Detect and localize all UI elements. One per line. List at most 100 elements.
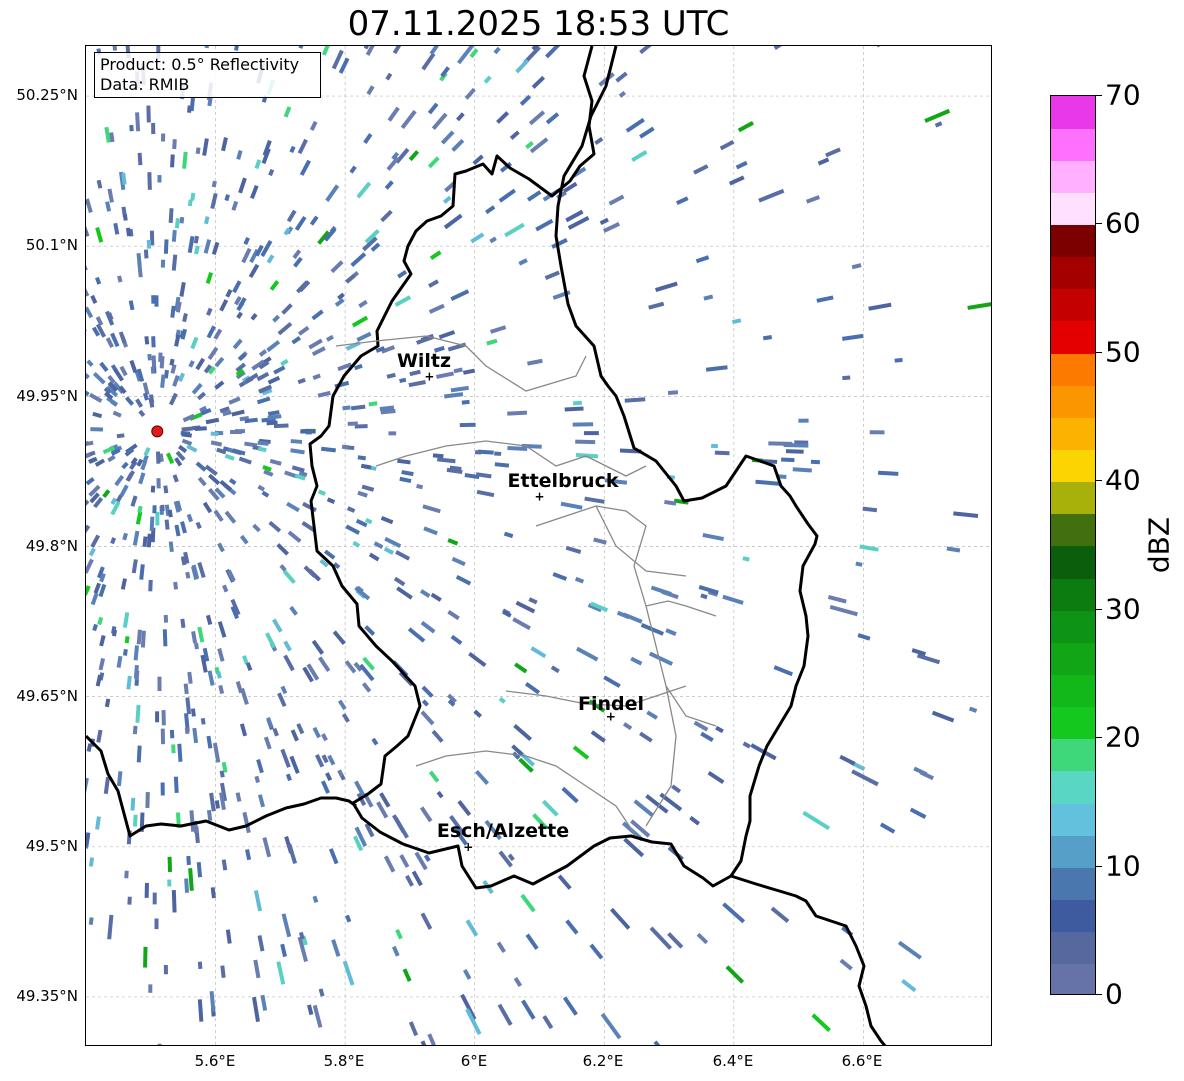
echo-cell: [877, 470, 899, 476]
echo-cell: [494, 462, 510, 468]
echo-cell: [181, 426, 193, 432]
echo-cell: [266, 420, 278, 426]
echo-cell: [225, 929, 232, 944]
echo-cell: [235, 792, 242, 802]
echo-cell: [468, 651, 487, 668]
data-source-label: Data: RMIB: [100, 75, 190, 94]
echo-cell: [802, 810, 831, 831]
echo-cell: [396, 586, 413, 600]
echo-cell: [320, 780, 331, 794]
echo-cell: [167, 856, 173, 873]
echo-cell: [297, 325, 310, 336]
echo-cell: [250, 313, 258, 321]
echo-cell: [489, 236, 497, 244]
echo-cell: [400, 109, 417, 130]
echo-cell: [855, 561, 863, 567]
echo-cell: [768, 441, 793, 446]
echo-cell: [154, 918, 159, 930]
echo-cell: [565, 919, 579, 935]
echo-cell: [427, 156, 440, 169]
echo-cell: [725, 965, 745, 984]
echo-cell: [163, 964, 168, 975]
radar-map[interactable]: + + + +: [85, 45, 992, 1046]
echo-cell: [88, 857, 95, 867]
lat-tick-label: 50.25°N: [16, 86, 78, 104]
echo-cell: [575, 439, 596, 445]
echo-cell: [187, 235, 195, 254]
echo-cell: [181, 432, 192, 438]
echo-cell: [136, 252, 142, 267]
echo-cell: [171, 229, 177, 242]
echo-cell: [285, 773, 292, 782]
city-label-findel: Findel: [577, 693, 645, 715]
echo-cell: [817, 157, 830, 166]
echo-cell: [157, 175, 162, 183]
echo-cell: [639, 731, 653, 743]
echo-cell: [290, 439, 303, 444]
echo-cell: [266, 717, 274, 729]
product-label: Product: 0.5° Reflectivity: [100, 55, 300, 74]
echo-cell: [238, 177, 247, 194]
echo-cell: [294, 215, 307, 231]
echo-cell: [266, 340, 281, 353]
echo-cell: [206, 735, 213, 749]
echo-cell: [737, 120, 754, 133]
echo-cell: [143, 446, 151, 457]
echo-cell: [358, 299, 368, 308]
echo-cell: [875, 46, 889, 48]
echo-cell: [309, 120, 318, 131]
echo-cell: [646, 710, 658, 720]
echo-cell: [550, 665, 560, 674]
echo-cell: [527, 358, 543, 366]
echo-cell: [187, 199, 193, 207]
echo-cell: [277, 321, 293, 336]
echo-cell: [464, 87, 476, 100]
echo-cell: [385, 72, 393, 81]
echo-cell: [104, 698, 111, 708]
echo-cell: [503, 531, 514, 539]
echo-cell: [630, 819, 651, 838]
echo-cell: [465, 1008, 482, 1036]
echo-cell: [256, 396, 271, 405]
echo-cell: [261, 490, 270, 498]
colorbar-segment: [1051, 803, 1095, 836]
echo-cell: [934, 121, 943, 128]
echo-cell: [428, 770, 440, 783]
echo-cell: [210, 431, 219, 436]
echo-cell: [116, 655, 123, 668]
echo-cell: [408, 1021, 419, 1037]
echo-cell: [99, 634, 106, 647]
echo-cell: [188, 868, 194, 891]
echo-cell: [423, 854, 431, 862]
echo-cell: [143, 946, 148, 968]
echo-cell: [414, 851, 428, 871]
echo-cell: [173, 776, 179, 794]
echo-cell: [297, 138, 308, 155]
echo-cell: [395, 550, 411, 561]
echo-cell: [181, 438, 193, 446]
echo-cell: [160, 782, 165, 796]
echo-cell: [145, 791, 150, 809]
echo-cell: [528, 597, 538, 605]
echo-cell: [135, 398, 144, 408]
colorbar-segment: [1051, 513, 1095, 547]
echo-cell: [407, 627, 426, 643]
colorbar-tick: [1096, 223, 1102, 225]
echo-cell: [565, 545, 582, 554]
echo-cell: [773, 665, 794, 677]
city-label-ettelbruck: Ettelbruck: [507, 470, 619, 492]
colorbar-segment: [1051, 192, 1095, 226]
country-border-germany-france: [730, 874, 887, 1045]
echo-cell: [160, 374, 166, 388]
echo-cell: [130, 457, 138, 466]
colorbar-tick-label: 50: [1105, 335, 1141, 369]
echo-cell: [719, 139, 735, 151]
echo-cell: [318, 988, 325, 997]
echo-cell: [312, 373, 321, 380]
echo-cell: [504, 222, 525, 238]
echo-cell: [302, 501, 317, 513]
echo-cell: [261, 148, 271, 165]
echo-cell: [118, 331, 127, 344]
echo-cell: [859, 544, 879, 552]
echo-cell: [180, 618, 186, 629]
